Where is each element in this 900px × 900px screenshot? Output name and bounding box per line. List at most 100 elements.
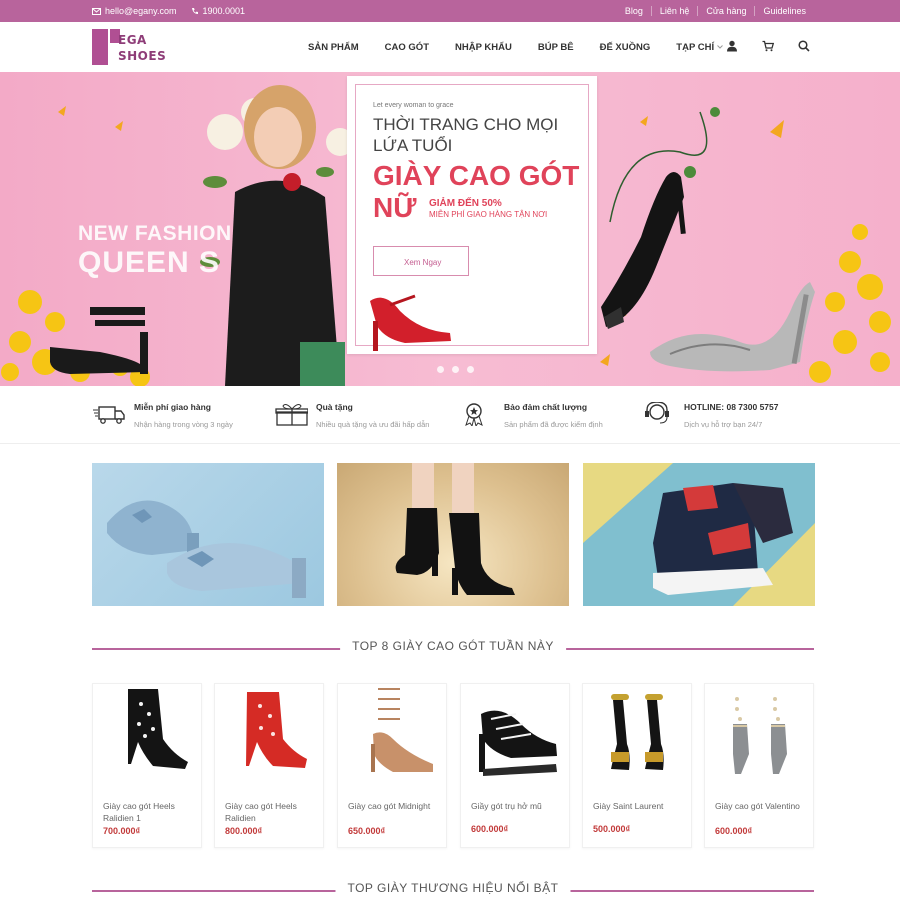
nav-item-wedges[interactable]: ĐẾ XUỒNG (600, 42, 651, 53)
top-links: Blog Liên hệ Cửa hàng Guidelines (617, 6, 814, 16)
user-icon[interactable] (726, 40, 738, 52)
promo-kicker: Let every woman to grace (373, 102, 454, 109)
nav-item-flats[interactable]: BÚP BÊ (538, 42, 574, 53)
promo-red-shoe (370, 294, 451, 351)
header-icons (726, 40, 810, 52)
product-card[interactable]: Giày Saint Laurent 500.000₫ (582, 683, 692, 848)
product-price: 650.000₫ (348, 826, 386, 836)
service-title: Bảo đảm chất lượng (504, 402, 588, 412)
hero-slider[interactable]: NEW FASHION QUEEN S Let every woman to g… (0, 72, 900, 386)
product-price: 800.000₫ (225, 826, 263, 836)
section-heading: TOP 8 GIÀY CAO GÓT TUẦN NÀY (340, 639, 566, 653)
service-hotline: HOTLINE: 08 7300 5757 Dịch vụ hỗ trợ bạn… (642, 402, 779, 429)
banner-image-blue-pumps (107, 500, 306, 598)
product-name[interactable]: Giày cao gót Valentino (715, 800, 807, 812)
hero-overlay-line2: QUEEN S (78, 246, 221, 279)
service-gift: Quà tặng Nhiều quà tặng và ưu đãi hấp dẫ… (274, 402, 429, 429)
promo-discount: GIẢM ĐẾN 50% (429, 198, 502, 209)
promo-shipping: MIỄN PHÍ GIAO HÀNG TẬN NƠI (429, 210, 548, 219)
cart-icon[interactable] (762, 40, 774, 52)
site-logo[interactable]: EGA SHOES (92, 27, 172, 67)
product-name[interactable]: Giày cao gót Heels Ralidien (225, 800, 317, 824)
cta-button[interactable]: Xem Ngay (373, 246, 469, 276)
product-name[interactable]: Giày cao gót Heels Ralidien 1 (103, 800, 195, 824)
product-card[interactable]: Giày cao gót Valentino 600.000₫ (704, 683, 814, 848)
service-quality: Bảo đảm chất lượng Sản phẩm đã được kiểm… (462, 402, 603, 429)
product-image (371, 688, 433, 772)
service-desc: Nhận hàng trong vòng 3 ngày (134, 420, 233, 429)
product-image (128, 689, 188, 769)
product-price: 600.000₫ (715, 826, 753, 836)
headset-icon (645, 402, 669, 424)
store-link[interactable]: Cửa hàng (697, 6, 754, 16)
guidelines-link[interactable]: Guidelines (754, 6, 814, 16)
slider-dot-3[interactable] (467, 366, 474, 373)
hero-promo-card: Let every woman to grace THỜI TRANG CHO … (347, 76, 597, 354)
product-card[interactable]: Giày cao gót Heels Ralidien 1 700.000₫ (92, 683, 202, 848)
product-card[interactable]: Giày cao gót Midnight 650.000₫ (337, 683, 447, 848)
email-contact[interactable]: hello@egany.com (92, 6, 177, 16)
section-title-top8: TOP 8 GIÀY CAO GÓT TUẦN NÀY (92, 639, 814, 655)
section-heading: TOP GIÀY THƯƠNG HIỆU NỔI BẬT (335, 881, 571, 895)
hero-overlay-line1: NEW FASHION (78, 222, 232, 245)
slider-dot-2[interactable] (452, 366, 459, 373)
mail-icon (92, 7, 101, 15)
service-desc: Nhiều quà tặng và ưu đãi hấp dẫn (316, 420, 430, 429)
nav-item-high-heels[interactable]: CAO GÓT (385, 42, 429, 53)
logo-line1: EGA (118, 33, 147, 47)
gift-icon (275, 404, 308, 426)
nav-item-magazine-label: TẠP CHÍ (676, 42, 715, 53)
service-title: Quà tặng (316, 402, 353, 412)
page: hello@egany.com 1900.0001 Blog Liên hệ C… (0, 0, 900, 900)
main-nav: SẢN PHẨM CAO GÓT NHẬP KHẨU BÚP BÊ ĐẾ XUỒ… (308, 42, 749, 53)
product-price: 500.000₫ (593, 824, 631, 834)
product-name[interactable]: Giày cao gót Midnight (348, 800, 440, 812)
category-banner-boots[interactable] (337, 463, 569, 606)
phone-icon (191, 8, 198, 14)
blog-link[interactable]: Blog (617, 6, 651, 16)
slider-dots (437, 366, 474, 373)
hero-shoe-left (50, 307, 148, 374)
nav-item-imported[interactable]: NHẬP KHẨU (455, 42, 512, 53)
product-price: 700.000₫ (103, 826, 141, 836)
category-banner-sneakers[interactable] (583, 463, 815, 606)
section-title-brands: TOP GIÀY THƯƠNG HIỆU NỔI BẬT (92, 881, 814, 897)
product-name[interactable]: Giầy gót trụ hở mũ (471, 800, 563, 812)
category-banner-pumps[interactable] (92, 463, 324, 606)
hero-shoe-silver (650, 282, 815, 372)
product-price: 600.000₫ (471, 824, 509, 834)
service-shipping: Miễn phí giao hàng Nhận hàng trong vòng … (92, 402, 233, 429)
promo-heading: THỜI TRANG CHO MỌI LỨA TUỔI (373, 115, 559, 155)
product-grid: Giày cao gót Heels Ralidien 1 700.000₫ G… (92, 683, 814, 848)
logo-line2: SHOES (118, 49, 167, 63)
product-card[interactable]: Giầy gót trụ hở mũ 600.000₫ (460, 683, 570, 848)
hero-overlay-text: NEW FASHION QUEEN S (78, 222, 232, 280)
product-image (246, 692, 307, 768)
search-icon[interactable] (798, 40, 810, 52)
top-bar: hello@egany.com 1900.0001 Blog Liên hệ C… (0, 0, 900, 22)
product-image (479, 710, 557, 776)
phone-contact[interactable]: 1900.0001 (191, 6, 246, 16)
service-desc: Sản phẩm đã được kiểm định (504, 420, 603, 429)
nav-item-products[interactable]: SẢN PHẨM (308, 42, 359, 53)
truck-icon (93, 406, 125, 424)
logo-mark (92, 29, 108, 65)
contact-info: hello@egany.com 1900.0001 (92, 6, 245, 16)
banner-image-boots (395, 463, 515, 595)
product-image (733, 697, 787, 774)
product-name[interactable]: Giày Saint Laurent (593, 800, 685, 812)
banner-image-sneakers (583, 463, 815, 606)
service-title: HOTLINE: 08 7300 5757 (684, 402, 779, 412)
service-title: Miễn phí giao hàng (134, 402, 211, 412)
site-header: EGA SHOES SẢN PHẨM CAO GÓT NHẬP KHẨU BÚP… (0, 22, 900, 72)
product-card[interactable]: Giày cao gót Heels Ralidien 800.000₫ (214, 683, 324, 848)
award-icon (465, 403, 483, 426)
service-bar: Miễn phí giao hàng Nhận hàng trong vòng … (0, 386, 900, 444)
slider-dot-1[interactable] (437, 366, 444, 373)
phone-text: 1900.0001 (202, 6, 246, 16)
contact-link[interactable]: Liên hệ (650, 6, 698, 16)
nav-item-magazine[interactable]: TẠP CHÍ (676, 42, 723, 53)
product-image (611, 694, 664, 770)
chevron-down-icon (717, 45, 723, 50)
email-text: hello@egany.com (105, 6, 177, 16)
